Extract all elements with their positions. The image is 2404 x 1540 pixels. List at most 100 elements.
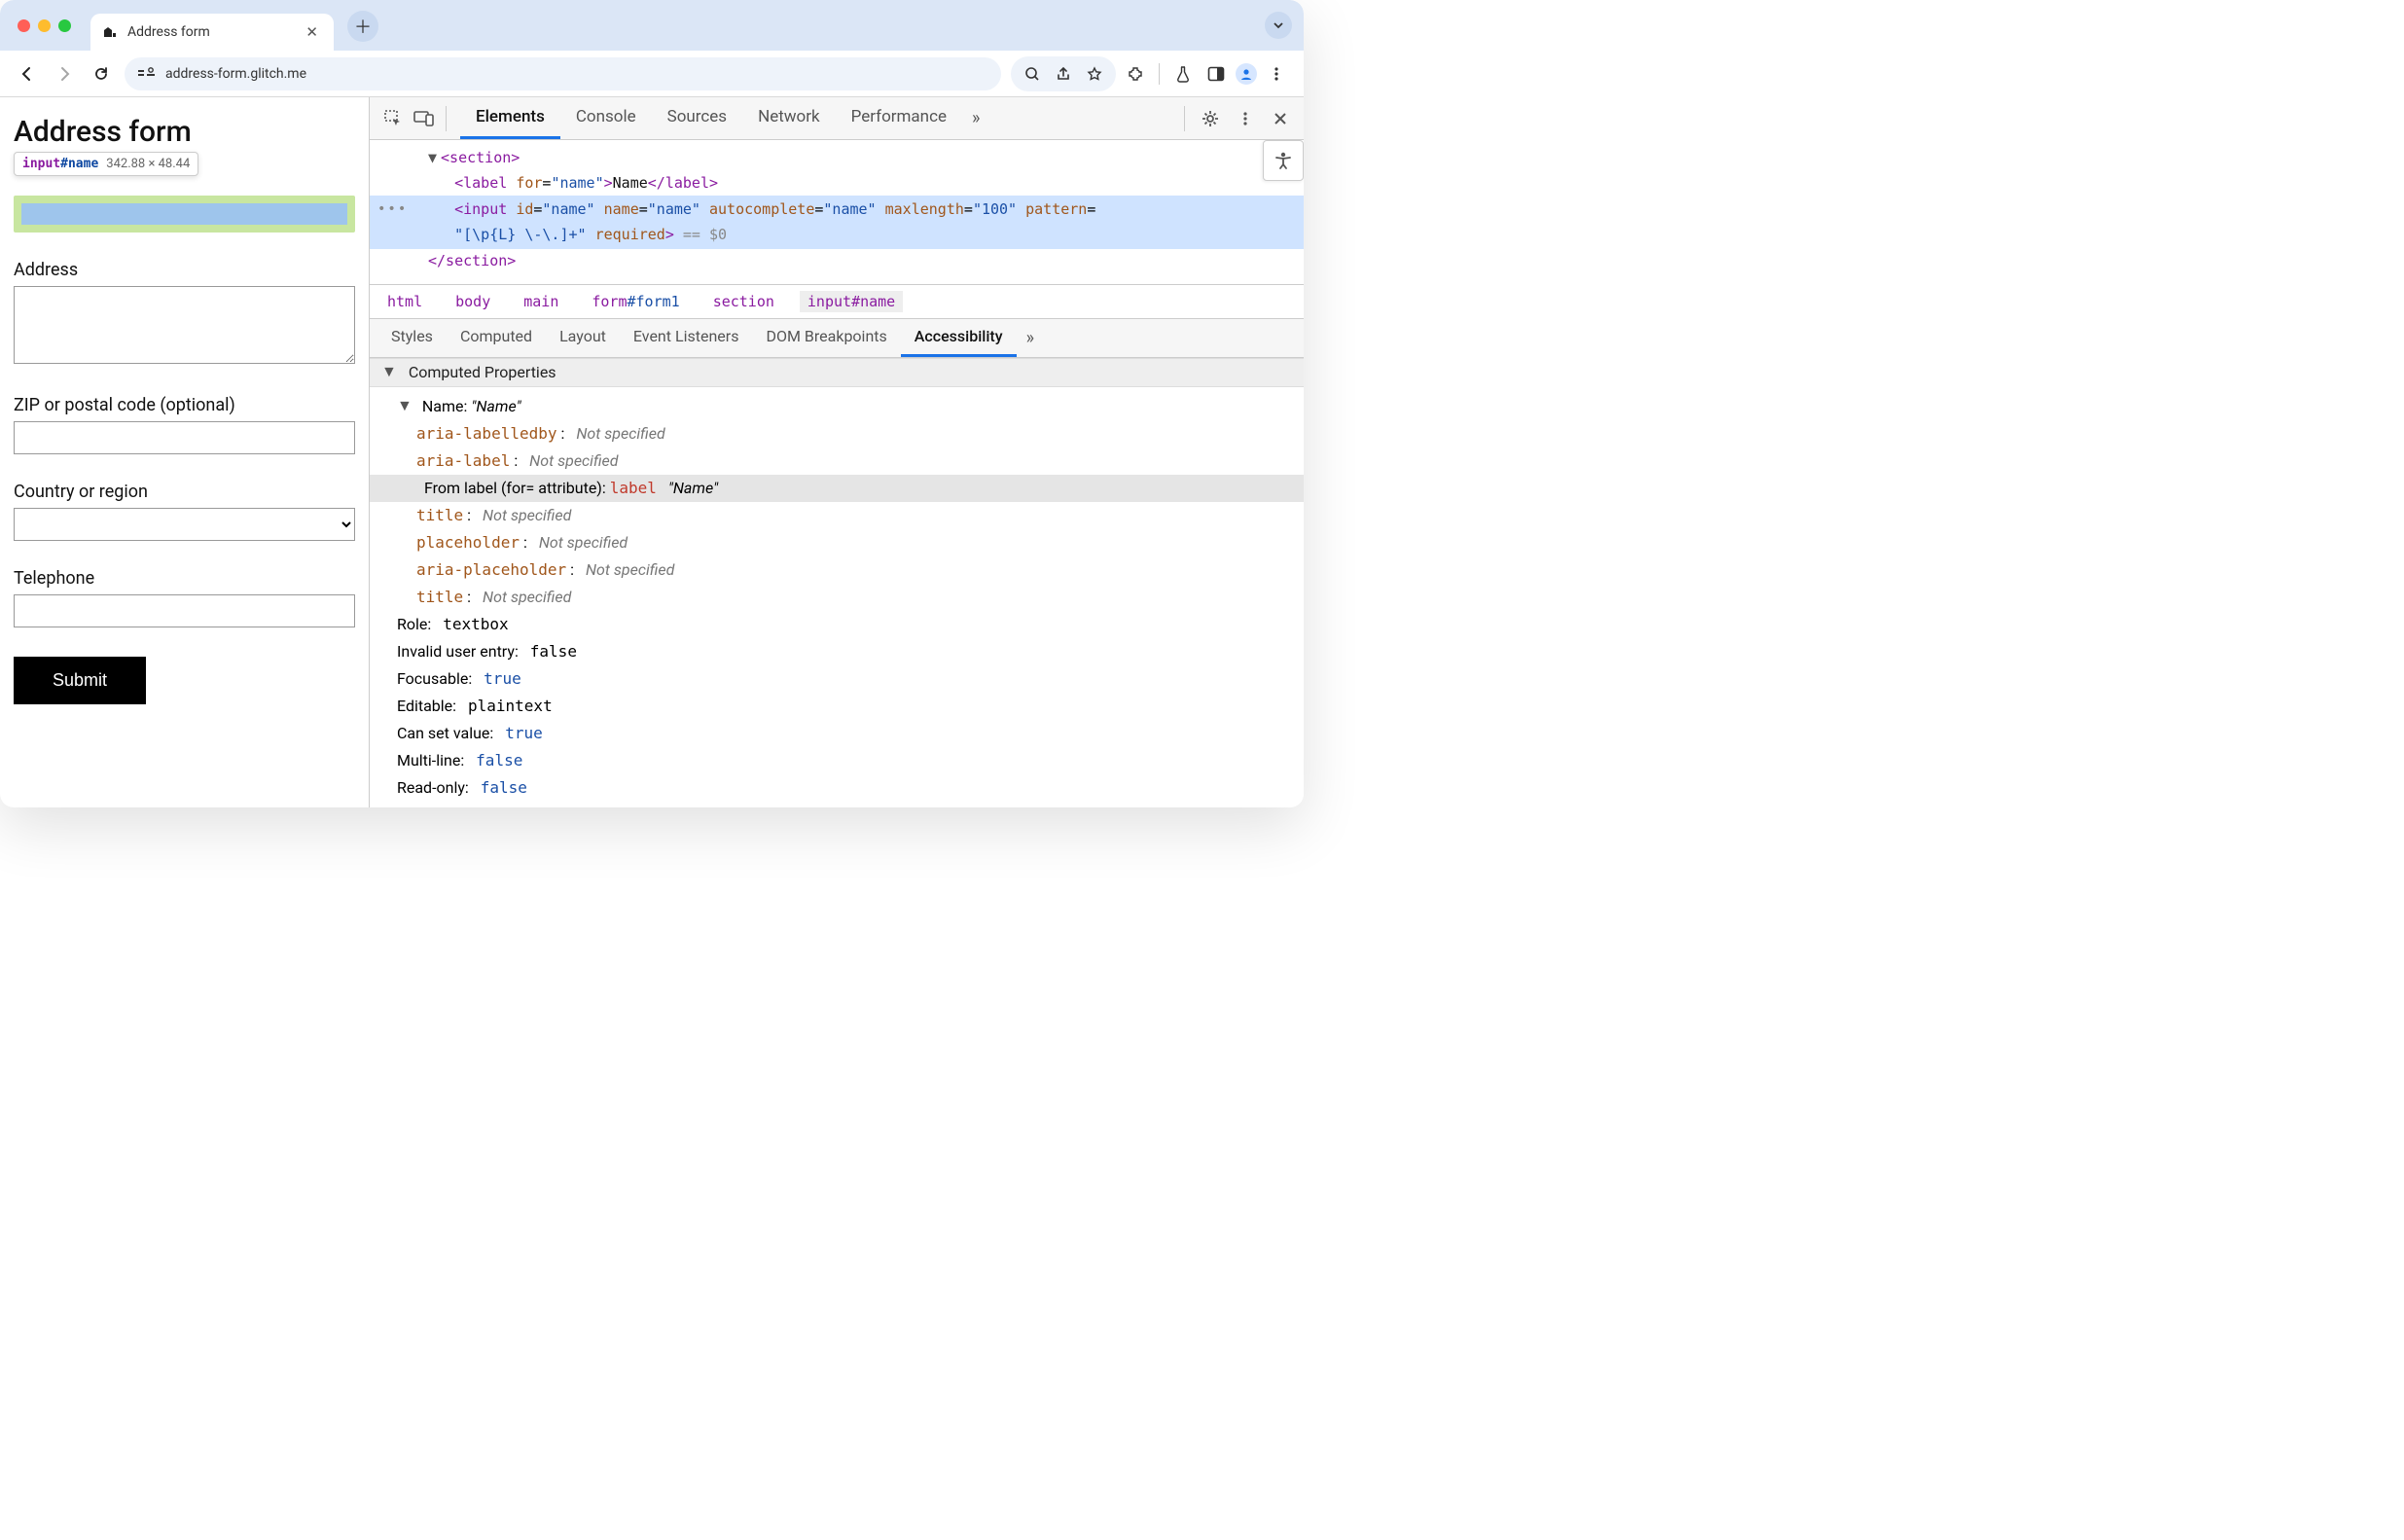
tab-sources[interactable]: Sources bbox=[652, 97, 742, 139]
address-textarea[interactable] bbox=[14, 286, 355, 364]
submit-button[interactable]: Submit bbox=[14, 657, 146, 704]
subtab-event-listeners[interactable]: Event Listeners bbox=[620, 319, 753, 357]
subtab-computed[interactable]: Computed bbox=[447, 319, 546, 357]
devtools-header-right bbox=[1178, 103, 1296, 134]
tab-performance[interactable]: Performance bbox=[836, 97, 962, 139]
rendered-page: Address form input#name 342.88 × 48.44 A… bbox=[0, 97, 370, 807]
computed-properties: ▼Name: "Name" aria-labelledby: Not speci… bbox=[370, 387, 1304, 808]
crumb-section[interactable]: section bbox=[705, 291, 782, 312]
extensions-icon[interactable] bbox=[1122, 60, 1149, 88]
settings-gear-icon[interactable] bbox=[1195, 103, 1226, 134]
crumb-form[interactable]: form#form1 bbox=[584, 291, 687, 312]
maximize-window-button[interactable] bbox=[58, 19, 71, 32]
acc-multiline: Multi-line: false bbox=[397, 747, 1292, 774]
tab-close-icon[interactable]: ✕ bbox=[302, 21, 322, 43]
telephone-input[interactable] bbox=[14, 594, 355, 627]
tooltip-dimensions: 342.88 × 48.44 bbox=[106, 157, 190, 171]
inspect-element-icon[interactable] bbox=[377, 103, 409, 134]
address-bar[interactable]: address-form.glitch.me bbox=[125, 57, 1001, 90]
zip-input[interactable] bbox=[14, 421, 355, 454]
tab-elements[interactable]: Elements bbox=[460, 97, 560, 139]
acc-source-title-2: title: Not specified bbox=[397, 584, 1292, 611]
crumb-body[interactable]: body bbox=[448, 291, 498, 312]
telephone-label: Telephone bbox=[14, 568, 355, 589]
acc-source-aria-label: aria-label: Not specified bbox=[397, 448, 1292, 475]
accessibility-panel: ▼Computed Properties ▼Name: "Name" aria-… bbox=[370, 358, 1304, 808]
acc-editable: Editable: plaintext bbox=[397, 693, 1292, 720]
subtab-accessibility[interactable]: Accessibility bbox=[901, 319, 1017, 357]
subtabs-overflow-icon[interactable]: » bbox=[1017, 328, 1044, 348]
crumb-input[interactable]: input#name bbox=[800, 291, 903, 312]
inspected-element-highlight bbox=[14, 196, 355, 233]
separator bbox=[1184, 106, 1185, 131]
tab-network[interactable]: Network bbox=[742, 97, 836, 139]
inspected-input[interactable] bbox=[21, 203, 347, 225]
toolbar-right bbox=[1011, 56, 1290, 91]
acc-role: Role: textbox bbox=[397, 611, 1292, 638]
acc-name-row[interactable]: ▼Name: "Name" bbox=[397, 393, 1292, 420]
devtools-close-icon[interactable] bbox=[1265, 103, 1296, 134]
window-controls bbox=[18, 19, 71, 32]
computed-properties-header[interactable]: ▼Computed Properties bbox=[370, 358, 1304, 387]
tooltip-selector: input#name bbox=[22, 157, 98, 171]
acc-source-aria-placeholder: aria-placeholder: Not specified bbox=[397, 556, 1292, 584]
new-tab-button[interactable]: ＋ bbox=[347, 11, 378, 42]
page-actions-pill bbox=[1011, 56, 1116, 91]
acc-focusable: Focusable: true bbox=[397, 665, 1292, 693]
zip-label: ZIP or postal code (optional) bbox=[14, 395, 355, 415]
tab-console[interactable]: Console bbox=[560, 97, 652, 139]
devtools-kebab-icon[interactable] bbox=[1230, 103, 1261, 134]
country-label: Country or region bbox=[14, 482, 355, 502]
tabs-overflow-icon[interactable]: » bbox=[962, 97, 989, 139]
panel-icon[interactable] bbox=[1202, 60, 1230, 88]
country-select[interactable] bbox=[14, 508, 355, 541]
kebab-menu-icon[interactable] bbox=[1263, 60, 1290, 88]
browser-window: Address form ✕ ＋ address-form.glitch.me bbox=[0, 0, 1304, 807]
accessibility-tree-icon[interactable] bbox=[1263, 140, 1304, 181]
share-icon[interactable] bbox=[1050, 60, 1077, 88]
address-label: Address bbox=[14, 260, 355, 280]
devtools-tabs: Elements Console Sources Network Perform… bbox=[460, 97, 989, 139]
dom-tree[interactable]: ▼<section> <label for="name">Name</label… bbox=[370, 140, 1304, 284]
page-heading: Address form bbox=[14, 115, 355, 149]
subtab-dom-breakpoints[interactable]: DOM Breakpoints bbox=[752, 319, 900, 357]
content-split: Address form input#name 342.88 × 48.44 A… bbox=[0, 97, 1304, 807]
zoom-icon[interactable] bbox=[1019, 60, 1046, 88]
minimize-window-button[interactable] bbox=[38, 19, 51, 32]
titlebar: Address form ✕ ＋ bbox=[0, 0, 1304, 51]
acc-canset: Can set value: true bbox=[397, 720, 1292, 747]
back-button[interactable] bbox=[14, 60, 41, 88]
toolbar: address-form.glitch.me bbox=[0, 51, 1304, 97]
crumb-main[interactable]: main bbox=[516, 291, 566, 312]
browser-tab[interactable]: Address form ✕ bbox=[90, 14, 334, 51]
dom-breadcrumbs: html body main form#form1 section input#… bbox=[370, 284, 1304, 319]
labs-icon[interactable] bbox=[1169, 60, 1197, 88]
close-window-button[interactable] bbox=[18, 19, 30, 32]
acc-source-placeholder: placeholder: Not specified bbox=[397, 529, 1292, 556]
dom-selected-line[interactable]: ••• <input id="name" name="name" autocom… bbox=[370, 196, 1304, 249]
url-text: address-form.glitch.me bbox=[165, 66, 306, 82]
separator bbox=[446, 106, 447, 131]
separator bbox=[1159, 63, 1160, 85]
site-info-icon[interactable] bbox=[138, 65, 156, 83]
device-toolbar-icon[interactable] bbox=[409, 103, 440, 134]
acc-source-aria-labelledby: aria-labelledby: Not specified bbox=[397, 420, 1292, 448]
subtab-layout[interactable]: Layout bbox=[546, 319, 620, 357]
tab-list-button[interactable] bbox=[1265, 12, 1292, 39]
acc-invalid: Invalid user entry: false bbox=[397, 638, 1292, 665]
acc-source-title: title: Not specified bbox=[397, 502, 1292, 529]
element-tooltip: input#name 342.88 × 48.44 bbox=[14, 152, 198, 176]
acc-source-from-label[interactable]: From label (for= attribute): label "Name… bbox=[370, 475, 1304, 502]
reload-button[interactable] bbox=[88, 60, 115, 88]
bookmark-star-icon[interactable] bbox=[1081, 60, 1108, 88]
devtools-header: Elements Console Sources Network Perform… bbox=[370, 97, 1304, 140]
profile-avatar[interactable] bbox=[1236, 63, 1257, 85]
tab-title: Address form bbox=[127, 24, 292, 40]
devtools: Elements Console Sources Network Perform… bbox=[370, 97, 1304, 807]
subtab-styles[interactable]: Styles bbox=[377, 319, 447, 357]
crumb-html[interactable]: html bbox=[379, 291, 430, 312]
tab-favicon bbox=[102, 24, 118, 40]
elements-subtabs: Styles Computed Layout Event Listeners D… bbox=[370, 319, 1304, 358]
acc-readonly: Read-only: false bbox=[397, 774, 1292, 802]
forward-button[interactable] bbox=[51, 60, 78, 88]
